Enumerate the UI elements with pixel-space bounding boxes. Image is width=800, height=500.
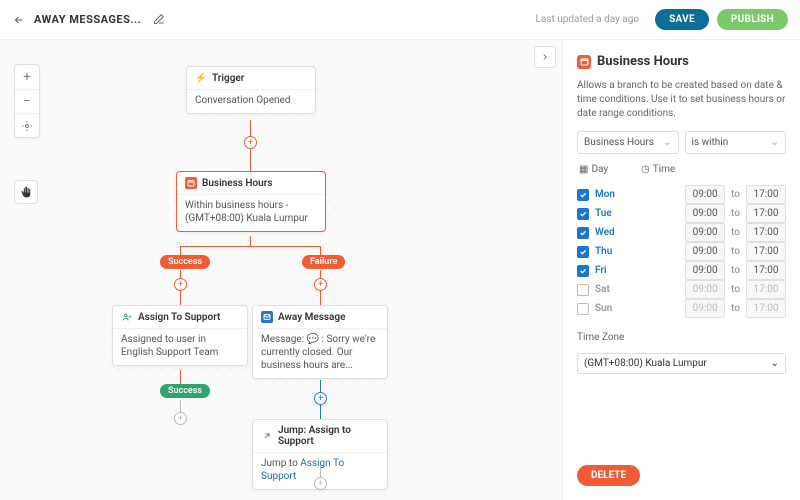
node-assign[interactable]: Assign To Support Assigned to user in En… [112,305,248,366]
workflow-title: AWAY MESSAGES... [34,13,141,26]
branch-label-success: Success [160,255,210,269]
node-trigger[interactable]: ⚡ Trigger Conversation Opened [186,66,316,114]
to-label: to [731,208,740,219]
to-label: to [731,265,740,276]
delete-button[interactable]: DELETE [577,465,640,486]
calendar-icon [577,55,591,69]
day-name: Fri [595,265,623,276]
time-to-input[interactable]: 17:00 [746,242,786,261]
save-button[interactable]: SAVE [655,9,709,30]
node-body: Within business hours - (GMT+08:00) Kual… [177,194,325,231]
branch-label-failure: Failure [302,255,345,269]
to-label: to [731,227,740,238]
chevron-down-icon: ⌄ [663,137,671,148]
time-from-input: 09:00 [685,299,725,318]
clock-icon: ◷ [641,164,650,175]
add-step-port[interactable]: + [244,136,257,149]
add-step-port[interactable]: + [174,412,187,425]
node-away-message[interactable]: Away Message Message: 💬 : Sorry we're cu… [252,305,388,379]
day-name: Sat [595,284,623,295]
node-title: Jump: Assign to Support [278,425,379,447]
condition-type-select[interactable]: Business Hours⌄ [577,131,679,154]
day-row: Sat 09:00 to 17:00 [577,280,786,299]
day-checkbox[interactable] [577,189,589,201]
time-from-input: 09:00 [685,280,725,299]
calendar-small-icon: ▦ [579,164,588,175]
time-from-input[interactable]: 09:00 [685,242,725,261]
time-from-input[interactable]: 09:00 [685,185,725,204]
time-to-input[interactable]: 17:00 [746,185,786,204]
chevron-down-icon: ⌄ [771,137,779,148]
to-label: to [731,246,740,257]
day-checkbox[interactable] [577,284,589,296]
jump-icon [261,430,273,442]
day-row: Sun 09:00 to 17:00 [577,299,786,318]
day-row: Wed 09:00 to 17:00 [577,223,786,242]
day-checkbox[interactable] [577,246,589,258]
workflow-canvas[interactable]: + − ⚡Trigger Conversation Opened + [0,40,562,500]
add-step-port[interactable]: + [314,392,327,405]
to-label: to [731,284,740,295]
day-row: Thu 09:00 to 17:00 [577,242,786,261]
time-from-input[interactable]: 09:00 [685,261,725,280]
node-body: Message: 💬 : Sorry we're currently close… [253,328,387,378]
last-updated: Last updated a day ago [536,14,640,25]
chevron-down-icon: ⌄ [771,358,779,369]
timezone-label: Time Zone [577,332,786,343]
settings-panel: Business Hours Allows a branch to be cre… [562,40,800,500]
day-checkbox[interactable] [577,227,589,239]
time-to-input[interactable]: 17:00 [746,261,786,280]
to-label: to [731,189,740,200]
branch-label-success: Success [160,384,210,398]
to-label: to [731,303,740,314]
user-check-icon [121,311,133,323]
header: AWAY MESSAGES... Last updated a day ago … [0,0,800,40]
node-title: Assign To Support [138,312,220,323]
day-checkbox[interactable] [577,265,589,277]
node-body: Assigned to user in English Support Team [113,328,247,365]
day-name: Wed [595,227,623,238]
day-row: Fri 09:00 to 17:00 [577,261,786,280]
time-to-input: 17:00 [746,299,786,318]
day-name: Mon [595,189,623,200]
panel-title: Business Hours [577,54,786,69]
publish-button[interactable]: PUBLISH [717,9,788,30]
day-name: Thu [595,246,623,257]
day-name: Tue [595,208,623,219]
node-title: Away Message [278,312,346,323]
bolt-icon: ⚡ [195,72,207,84]
flow-layer: ⚡ Trigger Conversation Opened + Business … [0,40,562,500]
node-title: Trigger [212,73,244,84]
node-business-hours[interactable]: Business Hours Within business hours - (… [176,171,326,232]
day-checkbox[interactable] [577,208,589,220]
add-step-port[interactable]: + [314,278,327,291]
node-body: Conversation Opened [187,89,315,113]
panel-description: Allows a branch to be created based on d… [577,79,786,121]
time-to-input: 17:00 [746,280,786,299]
time-to-input[interactable]: 17:00 [746,204,786,223]
back-button[interactable] [12,13,26,27]
time-from-input[interactable]: 09:00 [685,223,725,242]
add-step-port[interactable]: + [314,477,327,490]
edit-title-icon[interactable] [153,13,167,27]
time-from-input[interactable]: 09:00 [685,204,725,223]
calendar-icon [185,177,197,189]
condition-operator-select[interactable]: is within⌄ [685,131,787,154]
schedule-header: ▦Day ◷Time [577,164,786,175]
schedule-rows: Mon 09:00 to 17:00 Tue 09:00 to 17:00 Wed 09:00 to… [577,185,786,318]
add-step-port[interactable]: + [174,278,187,291]
day-name: Sun [595,303,623,314]
timezone-select[interactable]: (GMT+08:00) Kuala Lumpur⌄ [577,353,786,374]
day-checkbox[interactable] [577,303,589,315]
envelope-icon [261,311,273,323]
time-to-input[interactable]: 17:00 [746,223,786,242]
day-row: Mon 09:00 to 17:00 [577,185,786,204]
node-title: Business Hours [202,178,272,189]
day-row: Tue 09:00 to 17:00 [577,204,786,223]
